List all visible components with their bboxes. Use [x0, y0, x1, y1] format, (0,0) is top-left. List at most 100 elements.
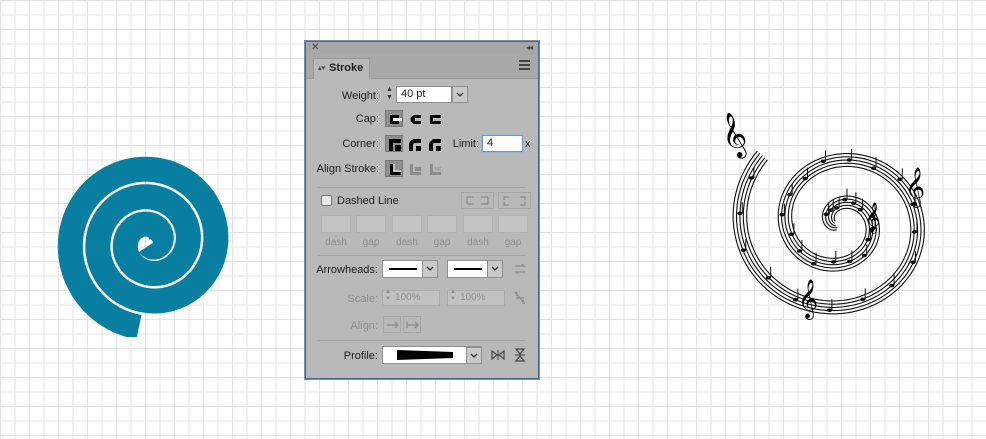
weight-label: Weight:	[341, 90, 379, 102]
arrow-tip-beyond-button[interactable]	[383, 316, 401, 333]
chevron-down-icon	[426, 266, 434, 271]
arrow-tip-at-end-button[interactable]	[403, 316, 421, 333]
tab-arrows-icon: ▴▾	[318, 65, 326, 72]
double-chevron-icon[interactable]: ◂◂	[526, 42, 533, 54]
note-head	[802, 176, 808, 181]
gap-2-input[interactable]	[427, 215, 457, 233]
butt-cap-button[interactable]	[385, 110, 403, 127]
note-head	[846, 259, 853, 264]
profile-label: Profile:	[343, 350, 378, 362]
note-head	[823, 212, 829, 217]
align-outside-icon	[430, 164, 441, 175]
swap-arrowheads-icon[interactable]	[513, 262, 527, 276]
panel-titlebar[interactable]: ✕ ◂◂	[306, 42, 538, 54]
butt-cap-icon	[390, 115, 402, 124]
arrowheads-label: Arrowheads:	[316, 264, 378, 276]
projecting-cap-icon	[430, 115, 441, 124]
treble-clef-4: 𝄞	[798, 279, 818, 320]
note-head	[811, 261, 817, 266]
cap-label: Cap:	[355, 113, 379, 125]
treble-clef-3: 𝄞	[865, 202, 880, 234]
gap-3-label: gap	[504, 237, 522, 248]
limit-label: Limit:	[452, 138, 479, 150]
chevron-down-icon	[456, 92, 464, 97]
dash-1-input[interactable]	[321, 215, 351, 233]
scale-start-stepper-icon[interactable]: ▲ ▼	[385, 289, 391, 303]
projecting-cap-button[interactable]	[425, 110, 443, 127]
note-head	[865, 237, 871, 242]
tab-stroke[interactable]: ▴▾ Stroke	[313, 58, 370, 79]
note-head	[765, 276, 771, 280]
scale-end-value: 100%	[460, 292, 486, 303]
align-inside-icon	[410, 164, 421, 175]
align-stroke-center-button[interactable]	[385, 160, 403, 177]
weight-dropdown-button[interactable]	[452, 86, 468, 103]
gap-1-input[interactable]	[356, 215, 386, 233]
scale-end-stepper-icon[interactable]: ▲ ▼	[450, 289, 456, 303]
align-stroke-inside-button[interactable]	[405, 160, 423, 177]
note-head	[826, 308, 833, 312]
dash-2-label: dash	[396, 237, 418, 248]
limit-input[interactable]: 4	[482, 135, 523, 152]
gap-1-label: gap	[362, 237, 380, 248]
separator	[318, 187, 526, 188]
chevron-down-icon	[470, 353, 478, 358]
note-head	[748, 176, 755, 180]
separator	[318, 340, 526, 341]
gap-2-label: gap	[433, 237, 451, 248]
panel-tab-row: ▴▾ Stroke	[306, 54, 538, 79]
blue-spiral-artwork	[57, 156, 229, 337]
arrowhead-start-select[interactable]	[382, 260, 438, 278]
close-icon[interactable]: ✕	[311, 42, 319, 54]
treble-clef-2: 𝄞	[905, 167, 925, 208]
dash-preserve-icon	[466, 196, 489, 205]
link-scale-icon[interactable]	[513, 290, 527, 306]
note-head	[779, 212, 785, 217]
note-head	[737, 211, 743, 216]
dash-preserve-button[interactable]	[461, 192, 494, 209]
dash-2-input[interactable]	[392, 215, 422, 233]
dash-align-corners-button[interactable]	[498, 192, 531, 209]
scale-start-value: 100%	[395, 292, 421, 303]
dash-align-corners-icon	[503, 196, 526, 206]
note-head	[820, 159, 826, 164]
arrowhead-end-select[interactable]	[447, 260, 503, 278]
note-head	[861, 253, 867, 258]
weight-input[interactable]: 40 pt	[396, 86, 452, 103]
miter-join-icon	[389, 139, 401, 151]
flip-along-icon[interactable]	[491, 349, 505, 361]
flip-across-icon[interactable]	[514, 348, 526, 362]
note-head	[912, 230, 918, 234]
note-head	[846, 158, 852, 162]
arrow-extend-icon	[387, 321, 399, 329]
note-head	[834, 206, 840, 210]
miter-join-button[interactable]	[385, 135, 403, 152]
scale-label: Scale:	[347, 293, 378, 305]
note-head	[796, 249, 803, 253]
bevel-join-button[interactable]	[425, 135, 443, 152]
dashed-line-checkbox[interactable]	[321, 195, 332, 206]
round-cap-button[interactable]	[405, 110, 423, 127]
align-stroke-outside-button[interactable]	[425, 160, 443, 177]
hamburger-menu-icon[interactable]	[519, 60, 530, 70]
note-head	[857, 207, 863, 212]
note-head	[788, 232, 795, 237]
round-join-button[interactable]	[405, 135, 423, 152]
dash-3-input[interactable]	[463, 215, 493, 233]
profile-dropdown-button[interactable]	[466, 347, 482, 364]
spiral-stroke	[57, 156, 229, 337]
treble-clef-1: 𝄞	[714, 110, 753, 163]
align-center-icon	[390, 164, 401, 175]
arrow-place-icon	[406, 321, 419, 329]
music-staff-spiral-artwork: 𝄞 𝄞 𝄞 𝄞	[714, 110, 925, 320]
note-head	[860, 297, 866, 302]
note-head	[889, 283, 895, 288]
gap-3-input[interactable]	[498, 215, 528, 233]
note-head	[850, 201, 857, 205]
weight-stepper-icon[interactable]: ▲ ▼	[384, 86, 395, 104]
note-head	[787, 192, 793, 197]
limit-suffix: x	[525, 138, 531, 150]
dash-3-label: dash	[467, 237, 489, 248]
tab-stroke-label: Stroke	[329, 62, 364, 74]
dashed-line-label: Dashed Line	[337, 195, 399, 207]
